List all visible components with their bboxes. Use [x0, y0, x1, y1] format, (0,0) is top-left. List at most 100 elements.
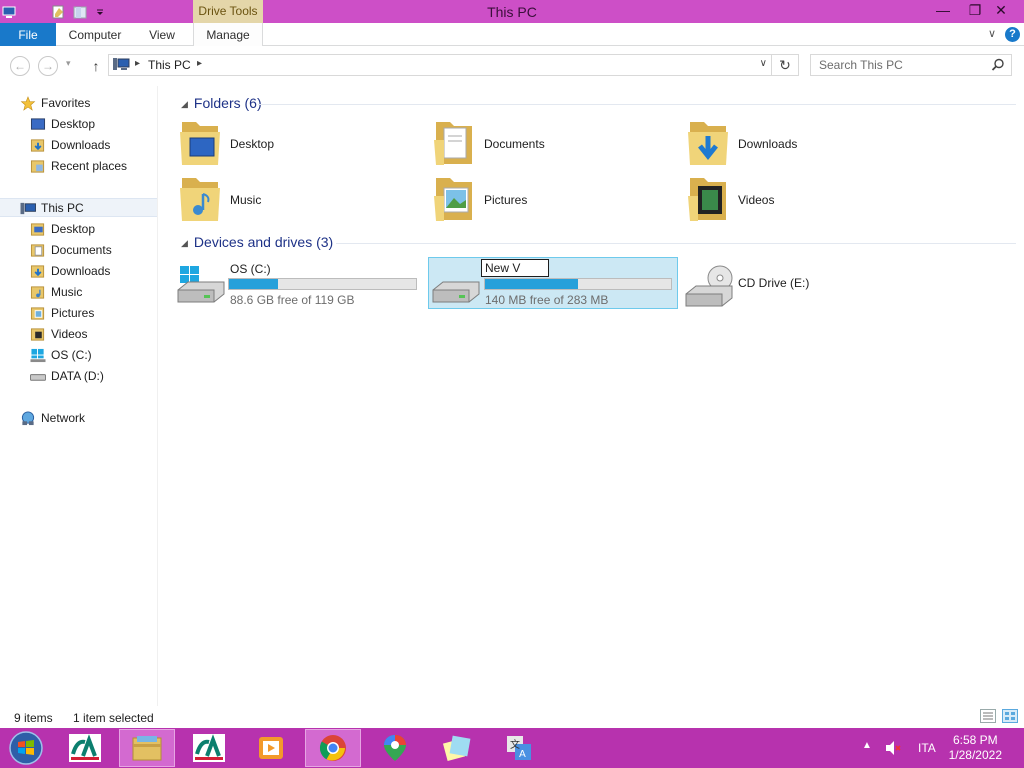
close-button[interactable]: ✕ — [986, 0, 1016, 20]
hard-drive-icon — [30, 374, 46, 381]
taskbar-app-credit-agricole-2[interactable] — [181, 729, 237, 767]
sticky-notes-icon — [442, 735, 471, 762]
taskbar: 文A ▲ ITA 6:58 PM 1/28/2022 — [0, 728, 1024, 768]
title-bar: Drive Tools This PC — ❐ ✕ — [0, 0, 1024, 23]
nav-this-pc-downloads[interactable]: Downloads — [0, 262, 157, 281]
up-button[interactable]: ↑ — [88, 56, 104, 76]
back-button[interactable]: ← — [10, 56, 30, 76]
credit-agricole-icon — [193, 734, 225, 762]
nav-favorites-recent-places[interactable]: Recent places — [0, 157, 157, 176]
details-view-icon[interactable] — [980, 709, 996, 723]
nav-this-pc-data-d[interactable]: DATA (D:) — [0, 367, 157, 386]
nav-this-pc-desktop[interactable]: Desktop — [0, 220, 157, 239]
taskbar-app-translator[interactable]: 文A — [491, 729, 547, 767]
language-indicator[interactable]: ITA — [918, 741, 936, 768]
tray-overflow-arrow[interactable]: ▲ — [862, 740, 872, 768]
nav-this-pc-documents[interactable]: Documents — [0, 241, 157, 260]
drive-new-volume-selected[interactable]: 140 MB free of 283 MB — [428, 257, 678, 309]
forward-button[interactable]: → — [38, 56, 58, 76]
system-clock[interactable]: 6:58 PM 1/28/2022 — [949, 733, 1002, 763]
videos-folder-icon — [30, 328, 45, 341]
start-button[interactable] — [6, 730, 46, 766]
taskbar-app-credit-agricole[interactable] — [57, 729, 113, 767]
credit-agricole-icon — [69, 734, 101, 762]
folder-videos[interactable]: Videos — [686, 174, 936, 226]
folder-pictures[interactable]: Pictures — [432, 174, 682, 226]
taskbar-app-maps[interactable] — [367, 729, 423, 767]
desktop-folder-icon — [30, 223, 45, 236]
large-icons-view-icon[interactable] — [1002, 709, 1018, 723]
nav-favorites-desktop[interactable]: Desktop — [0, 115, 157, 134]
taskbar-app-file-explorer[interactable] — [119, 729, 175, 767]
recent-locations-chevron-icon[interactable]: ▾ — [66, 58, 71, 69]
pictures-folder-icon — [30, 307, 45, 320]
nav-favorites[interactable]: Favorites — [0, 94, 157, 113]
this-pc-icon — [20, 202, 36, 215]
breadcrumb-separator-icon[interactable]: ▸ — [197, 58, 202, 69]
clock-time: 6:58 PM — [952, 733, 998, 747]
content-pane: ◢ Folders (6) Desktop Documents Downloads… — [158, 86, 1024, 706]
folder-documents[interactable]: Documents — [432, 118, 682, 170]
nav-this-pc-os-c[interactable]: OS (C:) — [0, 346, 157, 365]
videos-folder-icon — [688, 178, 726, 221]
desktop-folder-icon — [180, 122, 220, 165]
search-input[interactable] — [819, 55, 989, 75]
navigation-bar: ← → ▾ ↑ ▸ This PC ▸ ∨ ↻ — [0, 46, 1024, 86]
nav-favorites-downloads[interactable]: Downloads — [0, 136, 157, 155]
nav-this-pc-videos[interactable]: Videos — [0, 325, 157, 344]
search-box[interactable] — [810, 54, 1012, 76]
folders-group-header[interactable]: ◢ Folders (6) — [181, 95, 262, 111]
help-icon[interactable]: ? — [1005, 27, 1020, 42]
collapse-chevron-icon[interactable]: ◢ — [181, 238, 188, 248]
taskbar-app-media-player[interactable] — [243, 729, 299, 767]
taskbar-app-chrome[interactable] — [305, 729, 361, 767]
drive-usage-fill — [229, 279, 278, 289]
svg-text:A: A — [519, 749, 526, 760]
drive-usage-bar — [484, 278, 672, 290]
rename-input[interactable] — [481, 259, 549, 277]
breadcrumb-this-pc[interactable]: This PC — [148, 58, 191, 72]
devices-group-header[interactable]: ◢ Devices and drives (3) — [181, 234, 333, 250]
address-bar[interactable]: ▸ This PC ▸ ∨ — [108, 54, 772, 76]
address-dropdown-chevron-icon[interactable]: ∨ — [760, 58, 767, 69]
windows-drive-icon — [30, 348, 46, 363]
breadcrumb-separator-icon[interactable]: ▸ — [135, 58, 140, 69]
tab-view[interactable]: View — [138, 23, 186, 46]
tab-file[interactable]: File — [0, 23, 56, 46]
hard-drive-icon — [432, 281, 480, 303]
windows-start-icon — [9, 731, 43, 765]
navigation-pane: Favorites Desktop Downloads Recent place… — [0, 86, 158, 706]
tab-computer[interactable]: Computer — [60, 23, 130, 46]
chrome-icon — [319, 735, 346, 761]
folder-downloads[interactable]: Downloads — [686, 118, 936, 170]
file-explorer-icon — [132, 736, 162, 761]
nav-network[interactable]: Network — [0, 409, 157, 428]
drive-usage-bar — [228, 278, 417, 290]
collapse-chevron-icon[interactable]: ◢ — [181, 99, 188, 109]
search-icon[interactable] — [991, 58, 1005, 75]
drive-cd-e[interactable]: CD Drive (E:) — [684, 258, 934, 310]
drive-usage-fill — [485, 279, 578, 289]
desktop-icon — [30, 118, 46, 130]
status-bar: 9 items 1 item selected — [0, 706, 1024, 728]
network-icon — [21, 411, 35, 426]
downloads-folder-icon — [688, 122, 728, 165]
refresh-button[interactable]: ↻ — [772, 54, 799, 76]
drive-os-c[interactable]: OS (C:) 88.6 GB free of 119 GB — [176, 258, 426, 310]
ribbon-expand-icon[interactable]: ∨ — [988, 27, 996, 40]
folder-desktop[interactable]: Desktop — [178, 118, 428, 170]
nav-this-pc-pictures[interactable]: Pictures — [0, 304, 157, 323]
volume-muted-icon[interactable] — [884, 739, 902, 768]
nav-this-pc[interactable]: This PC — [0, 198, 157, 217]
taskbar-app-sticky-notes[interactable] — [429, 729, 485, 767]
clock-date: 1/28/2022 — [948, 748, 1002, 762]
nav-this-pc-music[interactable]: Music — [0, 283, 157, 302]
cd-drive-icon — [685, 265, 733, 307]
downloads-folder-icon — [30, 139, 45, 152]
documents-folder-icon — [30, 244, 45, 257]
folder-music[interactable]: Music — [178, 174, 428, 226]
maps-pin-icon — [384, 735, 406, 761]
tab-manage[interactable]: Manage — [193, 23, 263, 46]
star-icon — [20, 96, 36, 111]
ribbon: File Computer View Manage ∨ ? — [0, 23, 1024, 46]
